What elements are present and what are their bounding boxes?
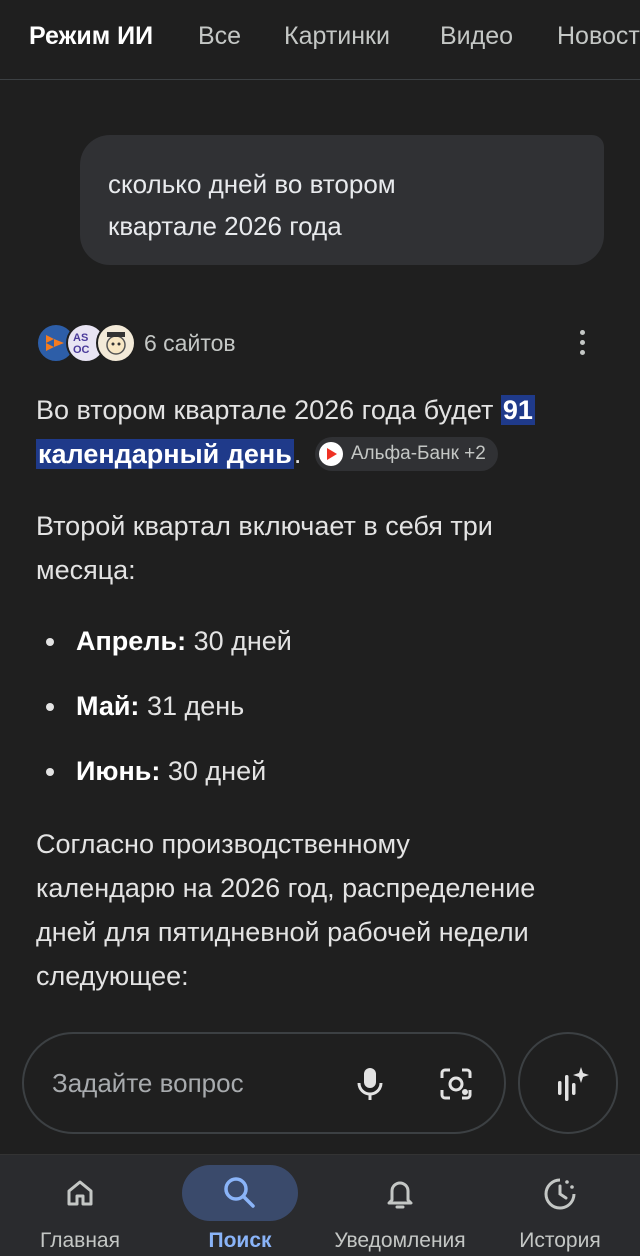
svg-text:AS: AS [73, 332, 88, 344]
tab-ai-mode[interactable]: Режим ИИ [29, 22, 153, 51]
tab-all[interactable]: Все [198, 22, 241, 51]
svg-text:OC: OC [73, 344, 90, 356]
alfa-bank-icon [318, 441, 343, 466]
nav-search[interactable]: Поиск [160, 1155, 320, 1256]
paragraph-line: календарю на 2026 год, распределение [36, 873, 536, 903]
month-name: Май: [76, 691, 140, 721]
sources-row[interactable]: AS OC 6 сайтов [36, 323, 616, 363]
paragraph-line: месяца: [36, 555, 136, 585]
citation-chip[interactable]: Альфа-Банк +2 [314, 436, 498, 471]
query-line-2: квартале 2026 года [108, 211, 342, 241]
answer-highlight-cont: календарный день [36, 439, 294, 469]
month-days: 31 день [139, 691, 245, 721]
answer-text: Во втором квартале 2026 года будет [36, 395, 501, 425]
microphone-icon[interactable] [350, 1064, 390, 1104]
citation-label: Альфа-Банк +2 [350, 442, 486, 464]
tab-images[interactable]: Картинки [284, 22, 390, 51]
nav-label: Главная [40, 1229, 120, 1252]
answer-highlight: 91 [500, 395, 535, 425]
camera-lens-icon[interactable] [436, 1064, 476, 1104]
search-icon [182, 1165, 298, 1221]
nav-history[interactable]: История [480, 1155, 640, 1256]
nav-label: Уведомления [334, 1229, 466, 1252]
nav-label: История [519, 1229, 601, 1252]
user-query-bubble: сколько дней во втором квартале 2026 год… [80, 135, 604, 265]
list-item: Май: 31 день [36, 683, 608, 748]
bell-icon [372, 1165, 428, 1221]
answer-paragraph-1: Во втором квартале 2026 года будет 91 кал… [36, 388, 608, 476]
site-logo-3-icon [96, 323, 136, 363]
paragraph-line: Второй квартал включает в себя три [36, 511, 493, 541]
answer-paragraph-2: Второй квартал включает в себя три месяц… [36, 504, 608, 592]
list-item: Июнь: 30 дней [36, 748, 608, 813]
answer-paragraph-3: Согласно производственному календарю на … [36, 822, 608, 998]
month-name: Июнь: [76, 756, 161, 786]
sparkle-waveform-icon [558, 1067, 589, 1101]
answer-period: . [293, 439, 302, 469]
history-icon [532, 1165, 588, 1221]
ask-bar [22, 1032, 506, 1134]
ai-voice-button[interactable] [518, 1032, 618, 1134]
paragraph-line: дней для пятидневной рабочей недели [36, 917, 529, 947]
paragraph-line: Согласно производственному [36, 829, 410, 859]
tab-news[interactable]: Новости [557, 22, 640, 51]
bottom-navigation: Главная Поиск Уведомления История [0, 1154, 640, 1256]
month-name: Апрель: [76, 626, 187, 656]
more-options-icon[interactable] [572, 325, 592, 361]
paragraph-line: следующее: [36, 961, 189, 991]
nav-notifications[interactable]: Уведомления [320, 1155, 480, 1256]
month-days: 30 дней [186, 626, 292, 656]
page: Режим ИИ Все Картинки Видео Новости скол… [0, 0, 640, 1256]
search-mode-tabs: Режим ИИ Все Картинки Видео Новости [0, 0, 640, 80]
months-list: Апрель: 30 дней Май: 31 день Июнь: 30 дн… [36, 618, 608, 813]
home-icon [52, 1165, 108, 1221]
nav-home[interactable]: Главная [0, 1155, 160, 1256]
query-line-1: сколько дней во втором [108, 169, 396, 199]
month-days: 30 дней [160, 756, 267, 786]
tab-videos[interactable]: Видео [440, 22, 513, 51]
list-item: Апрель: 30 дней [36, 618, 608, 683]
sources-count: 6 сайтов [144, 330, 236, 356]
nav-label: Поиск [208, 1229, 272, 1252]
ask-input[interactable] [52, 1068, 332, 1099]
